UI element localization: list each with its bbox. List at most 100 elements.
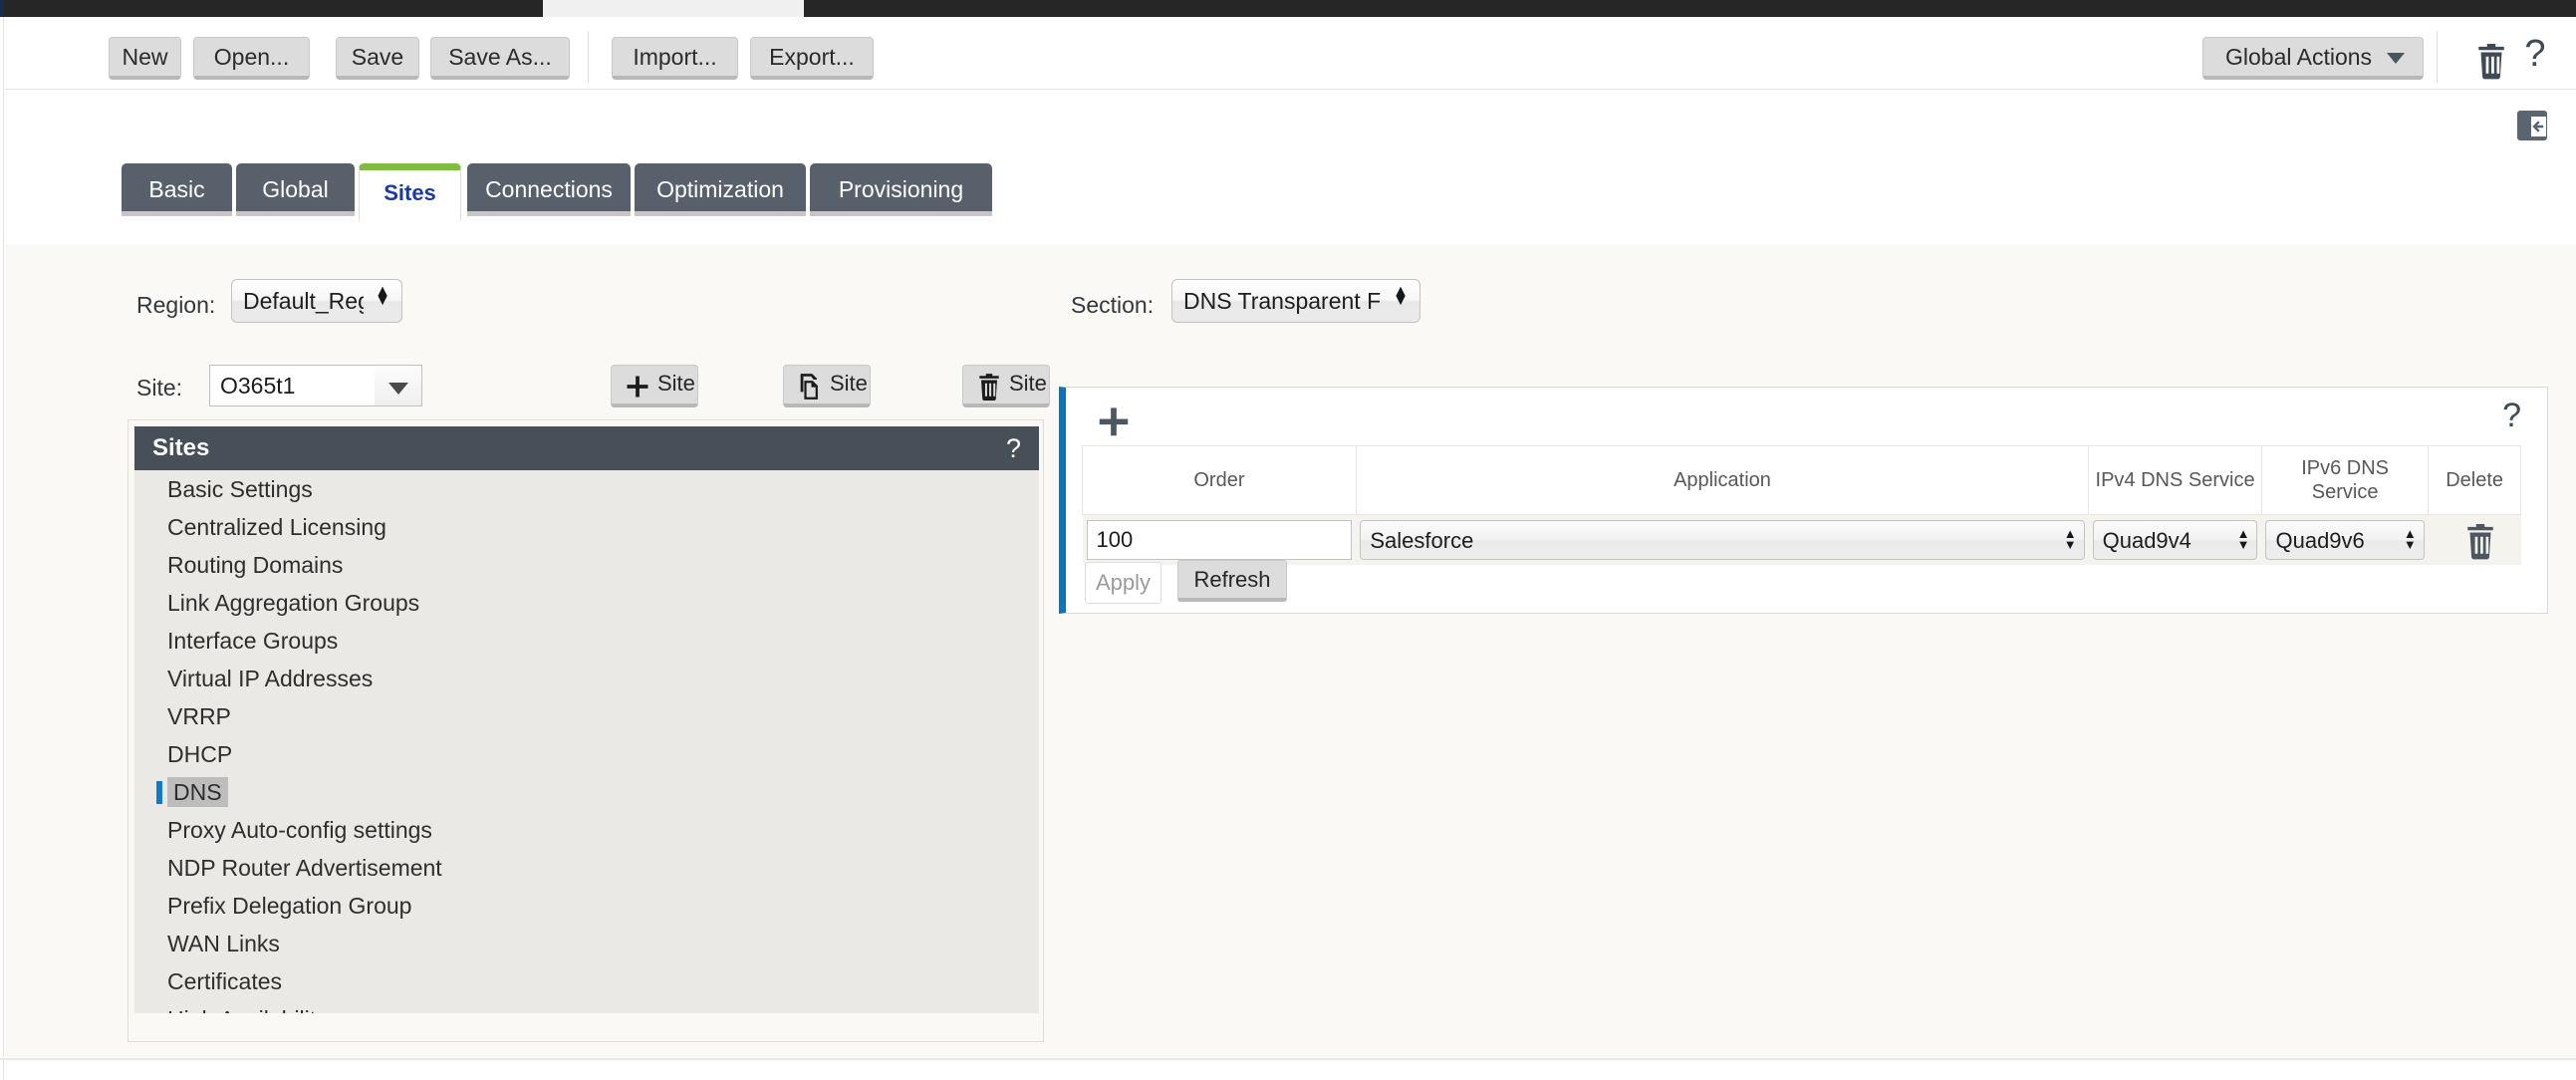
ipv6-dns-service-select[interactable]: Quad9v6 [2265,520,2425,560]
export-button[interactable]: Export... [750,37,874,80]
sidebar-item-label: WAN Links [167,931,280,956]
sidebar-item-interface-groups[interactable]: Interface Groups [134,622,1039,660]
sidebar-item-centralized-licensing[interactable]: Centralized Licensing [134,508,1039,546]
trash-icon[interactable] [2468,41,2504,80]
tab-connections[interactable]: Connections [467,163,631,216]
tab-optimization[interactable]: Optimization [635,163,806,216]
chevron-down-icon [2387,53,2405,64]
add-site-button[interactable]: Site [611,365,698,407]
sidebar-item-label: NDP Router Advertisement [167,855,442,881]
sidebar-item-label: High Availability [167,1006,328,1013]
toolbar-divider-2 [2437,31,2438,83]
sidebar-item-label: Interface Groups [167,628,339,654]
copy-site-button[interactable]: Site [783,365,871,407]
sidebar-item-label: DNS [167,777,228,807]
dns-transparent-forwarders-panel: ? Order Application IPv4 DNS Service IPv… [1059,387,2548,614]
sites-panel-header: Sites ? [134,426,1039,470]
cell-order [1082,514,1357,565]
column-header-application: Application [1355,445,2090,515]
sidebar-item-ndp-router-advertisement[interactable]: NDP Router Advertisement [134,849,1039,887]
collapse-panel-glyph [2531,117,2546,136]
sidebar-item-label: VRRP [167,703,231,729]
sites-navigation-panel: Sites ? Basic Settings Centralized Licens… [128,419,1044,1042]
sidebar-item-dhcp[interactable]: DHCP [134,735,1039,773]
column-header-ipv6-dns: IPv6 DNS Service [2260,445,2430,515]
sidebar-item-label: Routing Domains [167,552,344,578]
cell-ipv4-dns: Quad9v4 ▲ ▼ [2088,514,2262,565]
table-body: Salesforce ▲▼ Quad9v4 ▲ [1082,514,2521,565]
sidebar-item-label: Virtual IP Addresses [167,666,374,691]
save-as-button[interactable]: Save As... [430,37,570,80]
sidebar-item-proxy-auto-config-settings[interactable]: Proxy Auto-config settings [134,811,1039,849]
forwarders-table: Order Application IPv4 DNS Service IPv6 … [1082,445,2521,565]
trash-icon-glyph [2478,44,2504,80]
sites-panel-help-icon[interactable]: ? [1006,426,1021,470]
toolbar-divider [588,31,589,83]
ipv4-dns-service-select[interactable]: Quad9v4 [2092,520,2258,560]
plus-icon [1099,407,1129,436]
sidebar-item-prefix-delegation-group[interactable]: Prefix Delegation Group [134,887,1039,925]
browser-edge-accent [0,0,4,17]
cell-application: Salesforce ▲ ▼ [1356,514,2089,565]
sites-navigation-list[interactable]: Basic Settings Centralized Licensing Routi… [134,470,1039,1013]
app-page: New Open... Save Save As... Import... Ex… [0,17,2576,1080]
browser-chrome-strip [0,0,2576,17]
global-actions-button[interactable]: Global Actions [2202,37,2424,80]
order-input[interactable] [1086,520,1353,560]
sidebar-item-dns[interactable]: DNS [134,773,1039,811]
section-label: Section: [1071,292,1155,318]
global-actions-label: Global Actions [2225,44,2373,70]
sidebar-item-label: Prefix Delegation Group [167,893,412,919]
browser-tab[interactable] [543,0,804,17]
sidebar-item-label: Proxy Auto-config settings [167,817,432,843]
region-select[interactable]: Default_Region [231,279,402,323]
sidebar-item-link-aggregation-groups[interactable]: Link Aggregation Groups [134,584,1039,622]
region-label: Region: [136,292,216,318]
delete-site-label: Site [1009,371,1047,396]
panel-help-icon[interactable]: ? [2502,394,2521,437]
sidebar-item-label: Certificates [167,968,283,994]
bottom-divider [0,1058,2576,1060]
trash-icon [979,374,999,401]
collapse-panel-icon[interactable] [2517,111,2547,140]
add-row-button[interactable] [1089,402,1129,439]
tab-global[interactable]: Global [236,163,355,216]
main-toolbar: New Open... Save Save As... Import... Ex… [5,17,2576,90]
application-select[interactable]: Salesforce [1360,520,2085,560]
sidebar-item-label: Link Aggregation Groups [167,590,420,616]
sidebar-item-certificates[interactable]: Certificates [134,962,1039,1000]
import-button[interactable]: Import... [612,37,738,80]
refresh-button[interactable]: Refresh [1177,560,1287,602]
right-column: Section: DNS Transparent Forwarders ▲ ▼ ? [1049,244,2576,1059]
site-dropdown-button[interactable] [375,365,422,406]
apply-button[interactable]: Apply [1085,562,1161,604]
sidebar-item-routing-domains[interactable]: Routing Domains [134,546,1039,584]
save-button[interactable]: Save [336,37,419,80]
sidebar-item-basic-settings[interactable]: Basic Settings [134,470,1039,508]
new-button[interactable]: New [109,37,181,80]
help-question-mark-icon[interactable]: ? [2520,31,2550,77]
add-site-label: Site [657,371,695,396]
delete-row-button[interactable] [2457,521,2493,560]
chevron-down-icon [388,383,408,395]
section-select[interactable]: DNS Transparent Forwarders [1171,279,1420,323]
sidebar-item-virtual-ip-addresses[interactable]: Virtual IP Addresses [134,660,1039,697]
tab-provisioning[interactable]: Provisioning [810,163,992,216]
site-label: Site: [136,375,183,401]
left-column: Region: Default_Region ▲▼ Site: Site [88,244,1050,1059]
main-tab-bar: Basic Global Sites Connections Optimizat… [0,163,2576,235]
trash-icon [2467,524,2493,560]
tab-sites[interactable]: Sites [359,163,461,223]
sidebar-item-vrrp[interactable]: VRRP [134,697,1039,735]
site-input[interactable] [209,365,376,406]
sidebar-item-label: Basic Settings [167,476,313,502]
tab-basic[interactable]: Basic [122,163,232,216]
plus-icon [627,376,648,398]
open-button[interactable]: Open... [193,37,310,80]
delete-site-button[interactable]: Site [962,365,1050,407]
sidebar-item-wan-links[interactable]: WAN Links [134,925,1039,962]
column-header-ipv4-dns: IPv4 DNS Service [2088,445,2262,515]
sidebar-item-high-availability[interactable]: High Availability [134,1000,1039,1013]
copy-icon [800,374,818,400]
table-row: Salesforce ▲▼ Quad9v4 ▲ [1082,514,2521,565]
